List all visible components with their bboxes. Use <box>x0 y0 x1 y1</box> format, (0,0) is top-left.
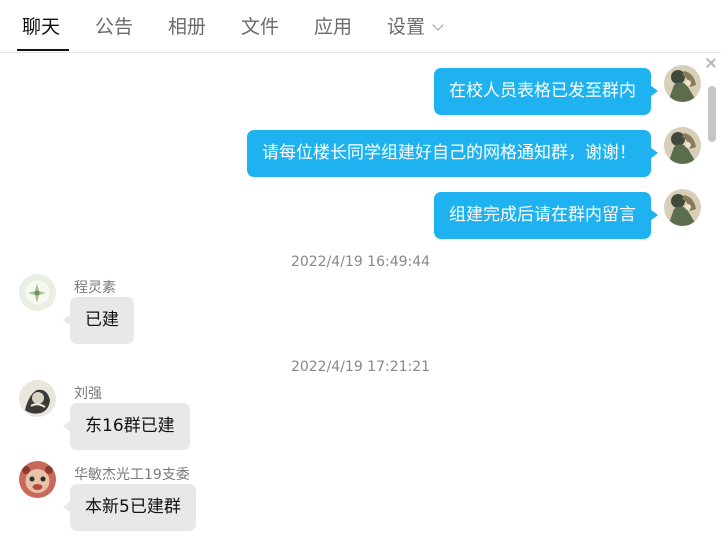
message-timestamp: 2022/4/19 16:49:44 <box>290 254 431 270</box>
chat-message-area[interactable]: 在校人员表格已发至群内 请每位楼长同学组建好自己的网格通知群，谢谢！ 组建完成后… <box>0 54 721 542</box>
self-avatar[interactable] <box>664 127 701 164</box>
tab-album[interactable]: 相册 <box>168 14 206 40</box>
chevron-down-icon <box>432 19 444 31</box>
scrollbar-thumb[interactable] <box>708 86 716 142</box>
outgoing-message-bubble[interactable]: 请每位楼长同学组建好自己的网格通知群，谢谢！ <box>247 130 658 177</box>
avatar-image-icon <box>19 461 56 498</box>
tab-chat[interactable]: 聊天 <box>22 14 60 40</box>
close-icon[interactable] <box>705 57 717 69</box>
member-avatar[interactable] <box>19 380 56 417</box>
sender-name: 刘强 <box>74 386 102 402</box>
incoming-message-bubble[interactable]: 东16群已建 <box>63 403 190 450</box>
outgoing-message-bubble[interactable]: 在校人员表格已发至群内 <box>434 68 658 115</box>
member-avatar[interactable] <box>19 274 56 311</box>
sender-name: 程灵素 <box>74 280 116 296</box>
tab-settings-label: 设置 <box>387 16 426 38</box>
tab-apps[interactable]: 应用 <box>314 14 352 40</box>
tab-announcement[interactable]: 公告 <box>95 14 133 40</box>
group-tab-bar: 聊天 公告 相册 文件 应用 设置 <box>0 0 721 53</box>
outgoing-message-bubble[interactable]: 组建完成后请在群内留言 <box>434 192 658 239</box>
avatar-image-icon <box>19 380 56 417</box>
message-timestamp: 2022/4/19 17:21:21 <box>290 359 431 375</box>
avatar-image-icon <box>664 127 701 164</box>
tab-files[interactable]: 文件 <box>241 14 279 40</box>
active-tab-indicator <box>17 49 69 51</box>
sender-name: 华敏杰光工19支委 <box>74 467 190 483</box>
avatar-image-icon <box>19 274 56 311</box>
self-avatar[interactable] <box>664 65 701 102</box>
avatar-image-icon <box>664 65 701 102</box>
avatar-image-icon <box>664 189 701 226</box>
member-avatar[interactable] <box>19 461 56 498</box>
incoming-message-bubble[interactable]: 本新5已建群 <box>63 484 196 531</box>
tab-settings[interactable]: 设置 <box>387 14 444 40</box>
chat-scrollbar[interactable] <box>703 54 721 542</box>
incoming-message-bubble[interactable]: 已建 <box>63 297 134 344</box>
self-avatar[interactable] <box>664 189 701 226</box>
